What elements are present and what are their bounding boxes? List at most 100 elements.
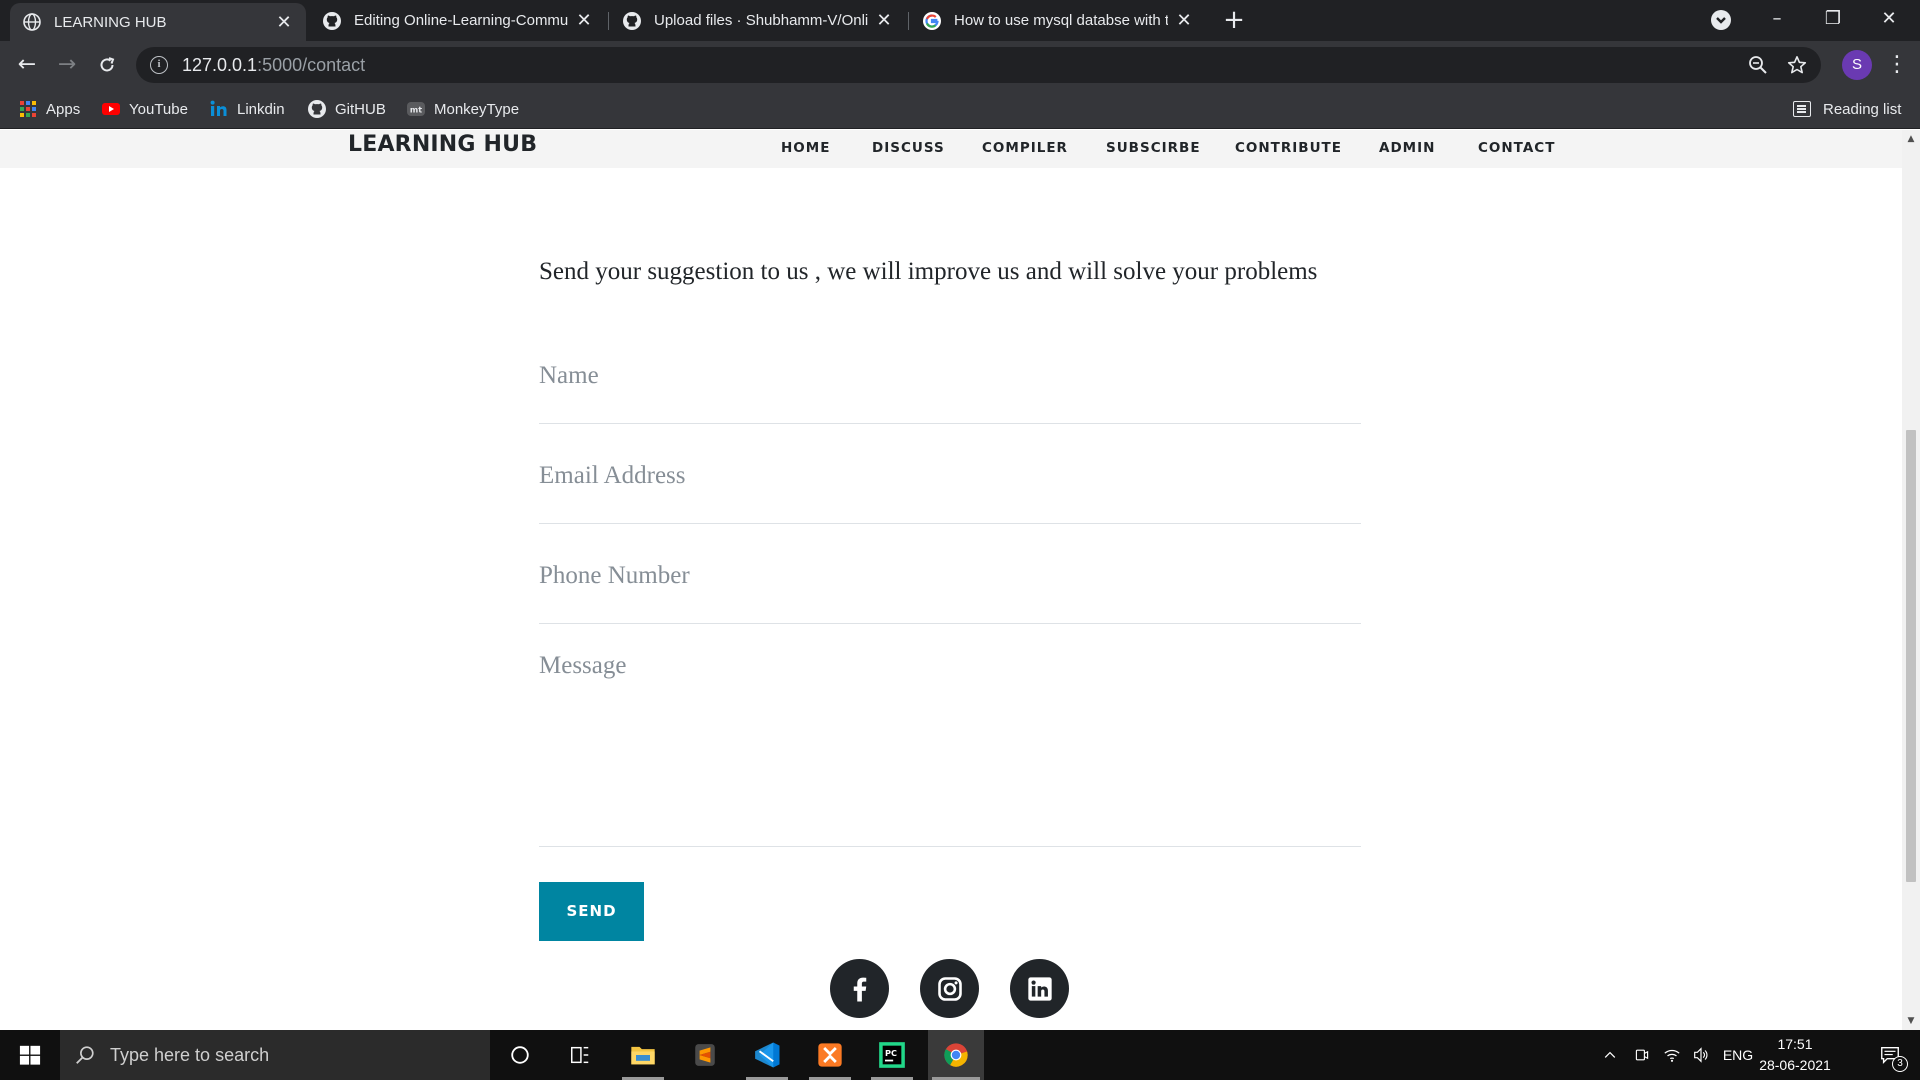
sublime-text-button[interactable] [680, 1030, 730, 1080]
network-button[interactable] [1660, 1030, 1684, 1080]
message-field[interactable]: Message [539, 624, 1361, 847]
page-viewport: LEARNING HUB HOME DISCUSS COMPILER SUBSC… [0, 130, 1902, 1030]
send-button[interactable]: SEND [539, 882, 644, 941]
browser-tab-strip: LEARNING HUB ✕ Editing Online-Learning-C… [0, 0, 1920, 41]
tab-title: How to use mysql databse with t [954, 12, 1168, 29]
globe-icon [23, 13, 41, 31]
zoom-icon[interactable] [1748, 55, 1768, 75]
nav-compiler[interactable]: COMPILER [982, 140, 1068, 156]
more-menu-icon[interactable]: ⋮ [1886, 51, 1908, 79]
task-view-icon [571, 1046, 589, 1064]
apps-grid-icon [20, 101, 36, 117]
meet-now-button[interactable] [1630, 1030, 1654, 1080]
tab-search-button[interactable] [1711, 10, 1731, 30]
name-field[interactable]: Name [539, 350, 1361, 424]
page-scrollbar[interactable]: ▲ ▼ [1902, 130, 1920, 1030]
monkeytype-icon: mt [407, 102, 425, 116]
phone-field[interactable]: Phone Number [539, 524, 1361, 624]
nav-subscribe[interactable]: SUBSCIRBE [1106, 140, 1201, 156]
taskbar-clock[interactable]: 17:51 28-06-2021 [1755, 1034, 1835, 1076]
github-icon [308, 100, 326, 118]
site-navbar: LEARNING HUB HOME DISCUSS COMPILER SUBSC… [0, 130, 1902, 168]
action-center-button[interactable]: 3 [1868, 1030, 1912, 1080]
nav-home[interactable]: HOME [781, 140, 830, 156]
close-tab-icon[interactable]: ✕ [1174, 10, 1194, 31]
close-tab-icon[interactable]: ✕ [274, 12, 294, 33]
facebook-icon [853, 977, 866, 1001]
bookmarks-bar: Apps YouTube Linkdin GitHUB mt MonkeyTyp… [0, 89, 1920, 129]
file-explorer-button[interactable] [618, 1030, 668, 1080]
tab-title: LEARNING HUB [54, 13, 167, 31]
tab-title: Upload files · Shubhamm-V/Onli [654, 12, 868, 29]
wifi-icon [1664, 1049, 1680, 1062]
taskbar-search-box[interactable]: Type here to search [60, 1030, 490, 1080]
reading-list-button[interactable]: Reading list [1793, 97, 1901, 121]
svg-text:PC: PC [885, 1048, 897, 1058]
facebook-link[interactable] [830, 959, 889, 1018]
bookmark-star-icon[interactable] [1787, 55, 1807, 75]
nav-contribute[interactable]: CONTRIBUTE [1235, 140, 1342, 156]
github-icon [323, 11, 341, 30]
url-path: :5000/contact [257, 54, 366, 75]
tab-upload-files[interactable]: Upload files · Shubhamm-V/Onli ✕ [610, 0, 906, 41]
notification-count-badge: 3 [1892, 1056, 1908, 1072]
bookmark-linkdin[interactable]: Linkdin [209, 97, 285, 121]
reading-list-icon [1793, 101, 1811, 117]
pycharm-button[interactable]: PC [867, 1030, 917, 1080]
url-text[interactable]: 127.0.0.1:5000/contact [182, 55, 365, 76]
chevron-up-icon [1604, 1051, 1616, 1058]
nav-admin[interactable]: ADMIN [1379, 140, 1435, 156]
reload-icon [100, 57, 115, 72]
nav-contact[interactable]: CONTACT [1478, 140, 1555, 156]
email-field[interactable]: Email Address [539, 424, 1361, 524]
task-view-button[interactable] [555, 1030, 605, 1080]
tab-mysql-search[interactable]: How to use mysql databse with t ✕ [910, 0, 1206, 41]
close-window-button[interactable]: ✕ [1861, 0, 1917, 41]
scroll-down-arrow[interactable]: ▼ [1902, 1012, 1920, 1030]
cortana-button[interactable] [495, 1030, 545, 1080]
cortana-icon [511, 1046, 529, 1064]
back-button[interactable]: ← [11, 49, 43, 81]
tab-learning-hub[interactable]: LEARNING HUB ✕ [10, 3, 306, 41]
scroll-thumb[interactable] [1906, 430, 1916, 882]
reload-button[interactable] [91, 49, 123, 81]
vscode-icon [755, 1042, 780, 1068]
chrome-button[interactable] [928, 1030, 984, 1080]
google-icon [923, 11, 941, 30]
contact-intro-text: Send your suggestion to us , we will imp… [539, 258, 1318, 285]
tab-separator [608, 12, 609, 30]
bookmark-youtube[interactable]: YouTube [101, 97, 188, 121]
chrome-icon [944, 1043, 968, 1067]
nav-discuss[interactable]: DISCUSS [872, 140, 945, 156]
address-bar[interactable]: i 127.0.0.1:5000/contact [136, 47, 1821, 83]
show-hidden-icons-button[interactable] [1598, 1030, 1622, 1080]
new-tab-button[interactable]: + [1220, 6, 1248, 34]
windows-logo-icon [19, 1045, 41, 1065]
close-tab-icon[interactable]: ✕ [574, 10, 594, 31]
minimize-button[interactable]: – [1749, 0, 1805, 41]
bookmark-label: Linkdin [237, 100, 285, 118]
start-button[interactable] [0, 1030, 60, 1080]
site-info-icon[interactable]: i [150, 56, 168, 74]
bookmark-label: YouTube [129, 100, 188, 118]
search-icon [76, 1046, 94, 1064]
bookmark-apps[interactable]: Apps [18, 97, 80, 121]
profile-avatar[interactable]: S [1842, 50, 1872, 80]
volume-button[interactable] [1688, 1030, 1714, 1080]
bookmark-monkeytype[interactable]: mt MonkeyType [406, 97, 519, 121]
scroll-up-arrow[interactable]: ▲ [1902, 130, 1920, 148]
tab-editing-online-learning[interactable]: Editing Online-Learning-Commun ✕ [310, 0, 606, 41]
vscode-button[interactable] [742, 1030, 792, 1080]
close-tab-icon[interactable]: ✕ [874, 10, 894, 31]
speaker-icon [1694, 1047, 1708, 1063]
github-icon [623, 11, 641, 30]
clock-date: 28-06-2021 [1759, 1057, 1831, 1073]
taskbar-search-placeholder: Type here to search [110, 1044, 270, 1065]
linkedin-link[interactable] [1010, 959, 1069, 1018]
xampp-button[interactable] [805, 1030, 855, 1080]
instagram-link[interactable] [920, 959, 979, 1018]
restore-button[interactable]: ❐ [1805, 0, 1861, 41]
language-indicator[interactable]: ENG [1720, 1030, 1756, 1080]
forward-button[interactable]: → [51, 49, 83, 81]
bookmark-github[interactable]: GitHUB [307, 97, 386, 121]
